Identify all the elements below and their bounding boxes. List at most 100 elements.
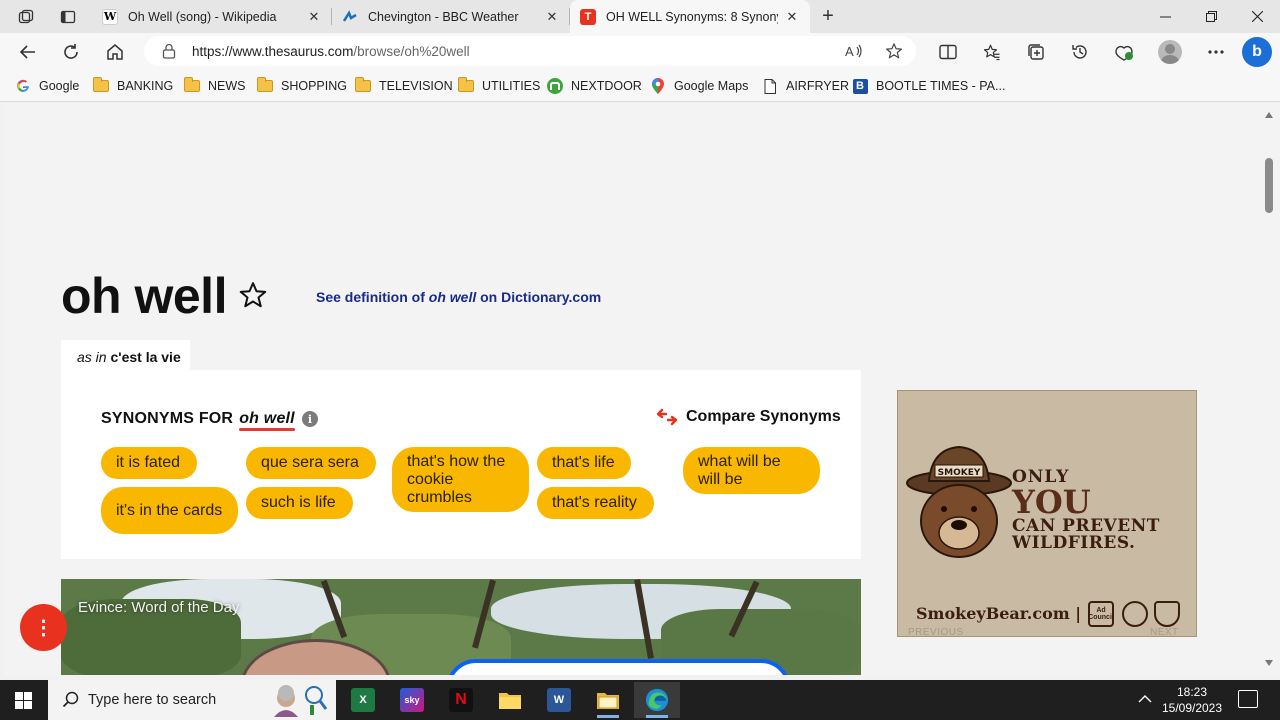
- taskbar-word[interactable]: W: [536, 682, 582, 718]
- split-screen-icon[interactable]: [936, 40, 960, 64]
- dictionary-definition-link[interactable]: See definition of oh well on Dictionary.…: [316, 289, 601, 305]
- back-button[interactable]: [15, 39, 41, 65]
- profile-avatar[interactable]: [1158, 40, 1182, 64]
- page-scrollbar[interactable]: [1259, 103, 1280, 675]
- scroll-up-arrow-icon[interactable]: [1265, 112, 1273, 118]
- google-icon: [15, 79, 31, 93]
- excel-icon: X: [351, 688, 375, 712]
- more-menu-icon[interactable]: [1204, 40, 1228, 64]
- bookmark-label: Google Maps: [674, 79, 749, 93]
- refresh-button[interactable]: [58, 39, 84, 65]
- bing-chat-icon[interactable]: b: [1242, 37, 1272, 67]
- bookmark-shopping[interactable]: SHOPPING: [257, 77, 347, 95]
- bookmark-google-maps[interactable]: Google Maps: [650, 77, 748, 95]
- close-icon[interactable]: ✕: [544, 9, 560, 25]
- info-icon[interactable]: i: [302, 411, 318, 427]
- synonyms-heading: SYNONYMS FOR oh well: [101, 410, 295, 428]
- bookmark-television[interactable]: TELEVISION: [355, 77, 453, 95]
- taskbar-sky[interactable]: sky: [389, 682, 435, 718]
- favorites-icon[interactable]: [980, 40, 1004, 64]
- bookmark-bootle-times[interactable]: B BOOTLE TIMES - PA...: [852, 77, 1005, 95]
- close-icon[interactable]: ✕: [784, 9, 800, 25]
- floating-menu-button[interactable]: ⋮: [20, 604, 67, 651]
- taskbar-excel[interactable]: X: [340, 682, 386, 718]
- restore-button[interactable]: [1188, 0, 1234, 33]
- synonym-chip[interactable]: that's how the cookie crumbles: [392, 447, 529, 512]
- synonym-chip[interactable]: it's in the cards: [101, 487, 238, 534]
- save-word-star-icon[interactable]: [238, 280, 268, 310]
- def-link-prefix: See definition of: [316, 289, 425, 305]
- collections-icon[interactable]: [1024, 40, 1048, 64]
- taskbar-search[interactable]: Type here to search: [48, 680, 336, 720]
- address-bar[interactable]: https://www.thesaurus.com/browse/oh%20we…: [144, 36, 916, 66]
- bookmark-nextdoor[interactable]: NEXTDOOR: [547, 77, 642, 95]
- new-tab-button[interactable]: +: [816, 4, 840, 28]
- minimize-button[interactable]: [1142, 0, 1188, 33]
- clock-time: 18:23: [1176, 685, 1208, 699]
- folder-icon: [458, 77, 474, 93]
- ad-line-2: YOU: [1012, 483, 1091, 521]
- synonym-chip[interactable]: que sera sera: [246, 447, 376, 479]
- windows-start-icon[interactable]: [15, 692, 32, 709]
- synonym-chip[interactable]: that's life: [537, 447, 631, 479]
- taskbar-file-explorer[interactable]: [487, 682, 533, 718]
- sky-icon: sky: [400, 688, 424, 712]
- bookmark-label: TELEVISION: [379, 79, 453, 93]
- synonym-chip[interactable]: what will be will be: [683, 447, 820, 494]
- folder-icon: [498, 688, 522, 712]
- synonym-chip[interactable]: such is life: [246, 487, 353, 519]
- compare-synonyms-button[interactable]: Compare Synonyms: [656, 408, 841, 426]
- edge-icon: [645, 688, 669, 712]
- bookmark-google[interactable]: Google: [15, 77, 79, 95]
- tab-title: OH WELL Synonyms: 8 Synonyms: [606, 9, 778, 24]
- taskbar-explorer[interactable]: [585, 682, 631, 718]
- tab-thesaurus[interactable]: T OH WELL Synonyms: 8 Synonyms ✕: [570, 0, 810, 33]
- home-button[interactable]: [102, 39, 128, 65]
- ad-next-button[interactable]: NEXT: [1150, 627, 1179, 636]
- scroll-down-arrow-icon[interactable]: [1265, 660, 1273, 666]
- synonym-chip[interactable]: that's reality: [537, 487, 654, 519]
- close-window-button[interactable]: [1234, 0, 1280, 33]
- bookmark-label: AIRFRYER: [786, 79, 849, 93]
- bookmark-utilities[interactable]: UTILITIES: [458, 77, 540, 95]
- taskbar-edge[interactable]: [634, 682, 680, 718]
- tab-actions-icon[interactable]: [57, 6, 79, 28]
- synonyms-heading-label: SYNONYMS FOR: [101, 410, 234, 427]
- lock-icon[interactable]: [162, 43, 176, 59]
- ad-council-logo: Ad Council: [1088, 601, 1114, 627]
- taskbar-clock[interactable]: 18:23 15/09/2023: [1160, 684, 1224, 716]
- bookmark-label: BANKING: [117, 79, 174, 93]
- bookmark-news[interactable]: NEWS: [184, 77, 246, 95]
- close-icon[interactable]: ✕: [306, 9, 322, 25]
- scrollbar-thumb[interactable]: [1265, 158, 1273, 213]
- advertisement[interactable]: SMOKEY ONLY YOU CAN PREVENT WILDFIRES. S…: [897, 390, 1197, 637]
- sense-tab[interactable]: as in c'est la vie: [61, 340, 190, 370]
- word-of-the-day-video[interactable]: Evince: Word of the Day: [61, 579, 861, 675]
- workspaces-icon[interactable]: [15, 6, 37, 28]
- sense-label: c'est la vie: [110, 349, 181, 365]
- tray-chevron-up-icon[interactable]: [1138, 692, 1152, 706]
- bookmark-banking[interactable]: BANKING: [93, 77, 173, 95]
- forest-service-seal-icon: [1122, 601, 1148, 627]
- favorite-star-icon[interactable]: [884, 41, 904, 61]
- ad-url-text: SmokeyBear.com: [916, 604, 1070, 623]
- netflix-icon: N: [449, 688, 473, 712]
- history-icon[interactable]: [1068, 40, 1092, 64]
- ad-previous-button[interactable]: PREVIOUS: [908, 627, 964, 636]
- taskbar-netflix[interactable]: N: [438, 682, 484, 718]
- map-pin-icon: [650, 78, 666, 94]
- read-aloud-icon[interactable]: A: [844, 41, 864, 61]
- performance-icon[interactable]: [1112, 40, 1136, 64]
- bookmark-airfryer[interactable]: AIRFRYER: [762, 77, 849, 95]
- notification-center-icon[interactable]: [1238, 690, 1258, 708]
- folder-icon: [184, 77, 200, 93]
- b-icon: B: [852, 78, 868, 94]
- tab-title: Chevington - BBC Weather: [368, 9, 519, 24]
- folder-icon: [93, 77, 109, 93]
- url-text[interactable]: https://www.thesaurus.com/browse/oh%20we…: [192, 44, 470, 59]
- tab-wikipedia[interactable]: W Oh Well (song) - Wikipedia ✕: [92, 0, 332, 33]
- tab-bbc-weather[interactable]: Chevington - BBC Weather ✕: [332, 0, 570, 33]
- synonym-chip[interactable]: it is fated: [101, 447, 197, 479]
- compare-arrows-icon: [656, 408, 678, 426]
- search-icon: [62, 691, 79, 708]
